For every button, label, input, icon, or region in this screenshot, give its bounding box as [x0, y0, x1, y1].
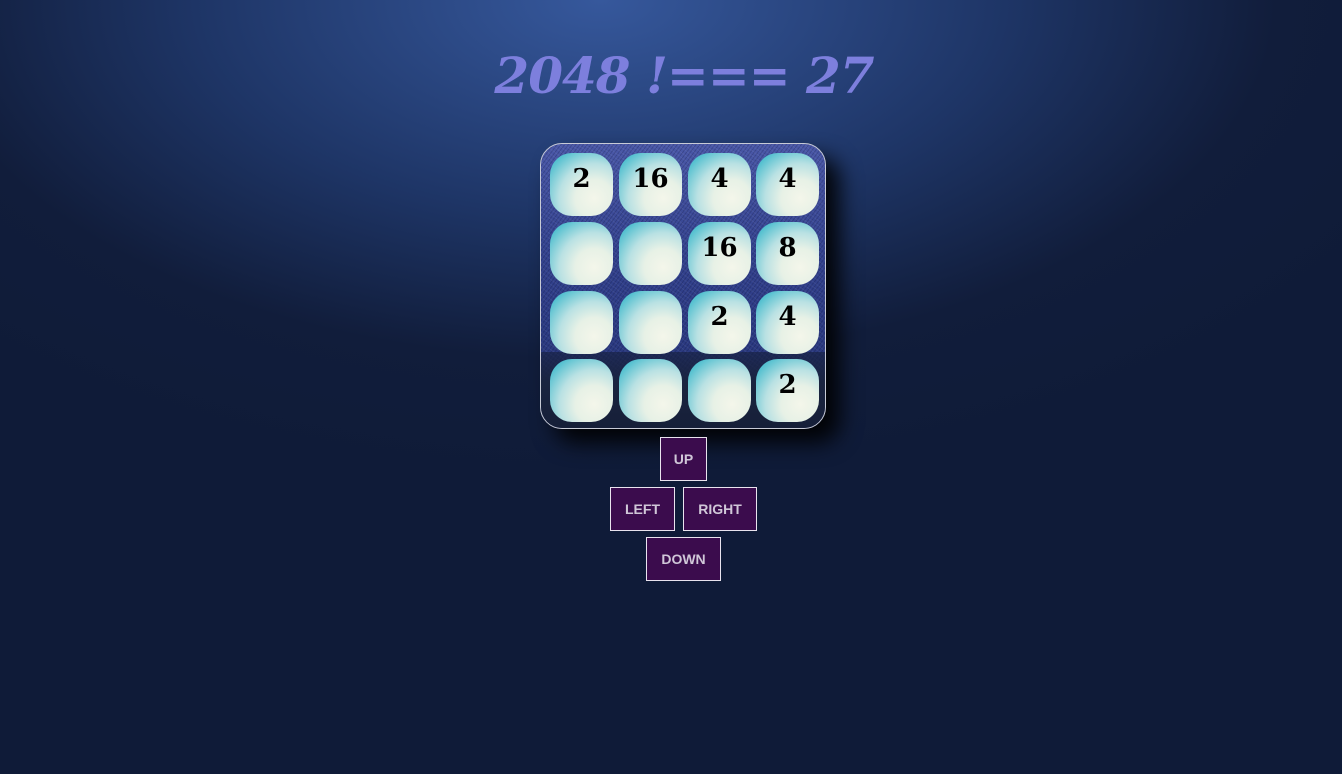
tile	[550, 359, 613, 422]
tile-value: 4	[778, 164, 797, 194]
tile: 16	[688, 222, 751, 285]
tile: 8	[756, 222, 819, 285]
tile-value: 16	[701, 233, 738, 263]
tile-value: 16	[632, 164, 669, 194]
tile	[619, 222, 682, 285]
tile-value	[550, 222, 613, 231]
tile: 4	[688, 153, 751, 216]
tile: 4	[756, 153, 819, 216]
game-board: 2 16 4 4 16 8 2 4 2	[540, 143, 826, 429]
tile: 2	[756, 359, 819, 422]
tile: 16	[619, 153, 682, 216]
tile	[550, 222, 613, 285]
tile-value: 2	[710, 302, 729, 332]
left-button[interactable]: LEFT	[610, 487, 675, 531]
tile-value	[619, 222, 682, 231]
tile-value	[619, 291, 682, 300]
tile-value: 4	[778, 302, 797, 332]
tile	[688, 359, 751, 422]
tile: 2	[550, 153, 613, 216]
tile-value	[550, 359, 613, 368]
tile	[550, 291, 613, 354]
tile-value	[550, 291, 613, 300]
tile-value: 2	[572, 164, 591, 194]
right-button[interactable]: RIGHT	[683, 487, 757, 531]
game-title: 2048 !=== 27	[494, 46, 874, 105]
tile: 4	[756, 291, 819, 354]
tile: 2	[688, 291, 751, 354]
tile-value: 4	[710, 164, 729, 194]
tile-value	[688, 359, 751, 368]
down-button[interactable]: DOWN	[646, 537, 721, 581]
tile-value: 8	[778, 233, 797, 263]
tile-value	[619, 359, 682, 368]
up-button[interactable]: UP	[660, 437, 707, 481]
tile	[619, 359, 682, 422]
tile-value: 2	[778, 370, 797, 400]
tile	[619, 291, 682, 354]
